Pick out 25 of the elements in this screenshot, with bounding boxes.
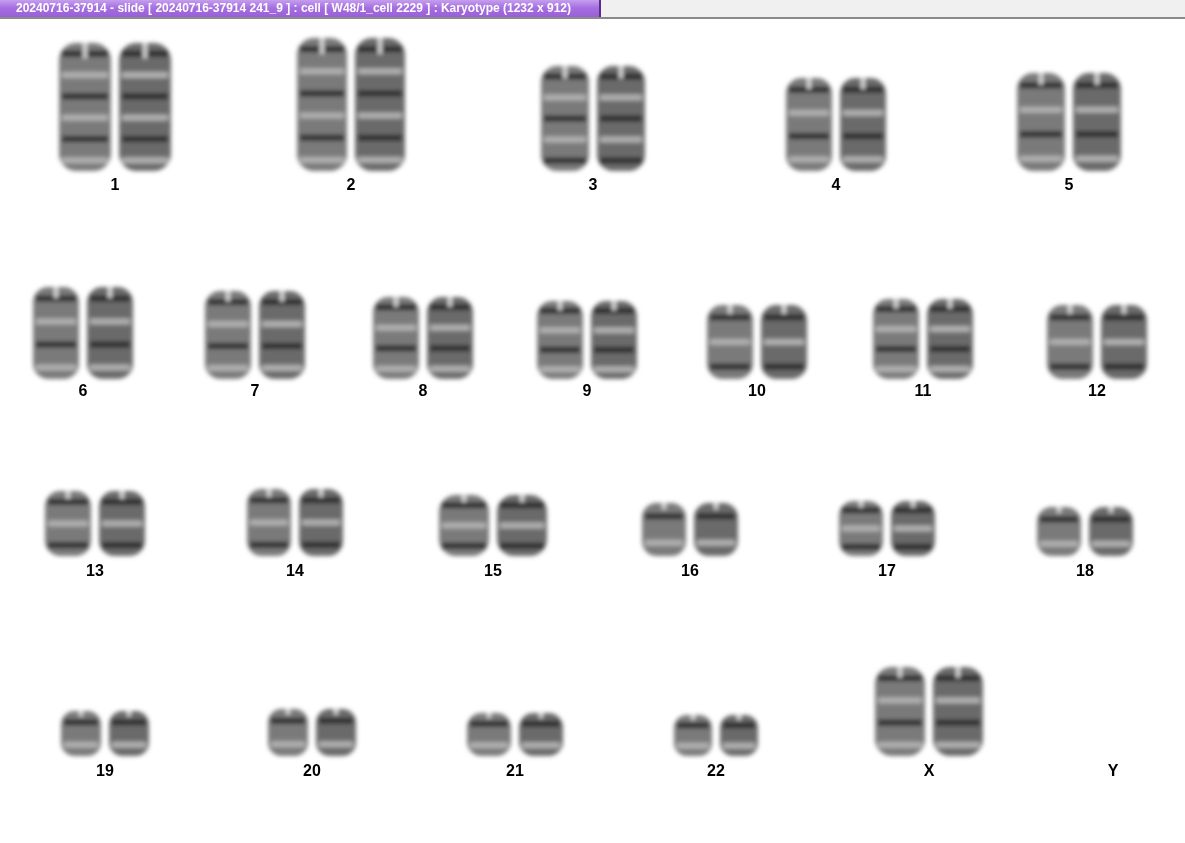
chromosome-number: 22: [707, 762, 725, 780]
chromosome-number: 10: [748, 382, 766, 400]
chromosome-number: Y: [1107, 762, 1119, 780]
chromosome-number: 13: [86, 562, 104, 580]
chromosome-number: 19: [96, 762, 114, 780]
chromosome-number: 7: [250, 382, 260, 400]
chromosome-number: 20: [303, 762, 321, 780]
chromosome-number: 1: [110, 176, 120, 194]
chromosome-number: 2: [346, 176, 356, 194]
chromosome-number: 18: [1076, 562, 1094, 580]
chromosome-number: 21: [506, 762, 524, 780]
chromosome-number: 15: [484, 562, 502, 580]
chromosome-number: 17: [878, 562, 896, 580]
chromosome-number: 6: [78, 382, 88, 400]
window-title: 20240716-37914 - slide [ 20240716-37914 241_9 ] : cell [ W48/1_cell 2229 ] : Karyotype (1232 x 912): [0, 0, 601, 17]
chromosome-number: 5: [1064, 176, 1074, 194]
chromosome-number: 4: [831, 176, 841, 194]
chromosome-number: 14: [286, 562, 304, 580]
chromosome-number: 8: [418, 382, 428, 400]
chromosome-number: 16: [681, 562, 699, 580]
chromosome-number: X: [923, 762, 935, 780]
chromosome-number: 11: [914, 382, 932, 400]
chromosome-number: 9: [582, 382, 592, 400]
chromosome-number: 12: [1088, 382, 1106, 400]
chromosome-number: 3: [588, 176, 598, 194]
